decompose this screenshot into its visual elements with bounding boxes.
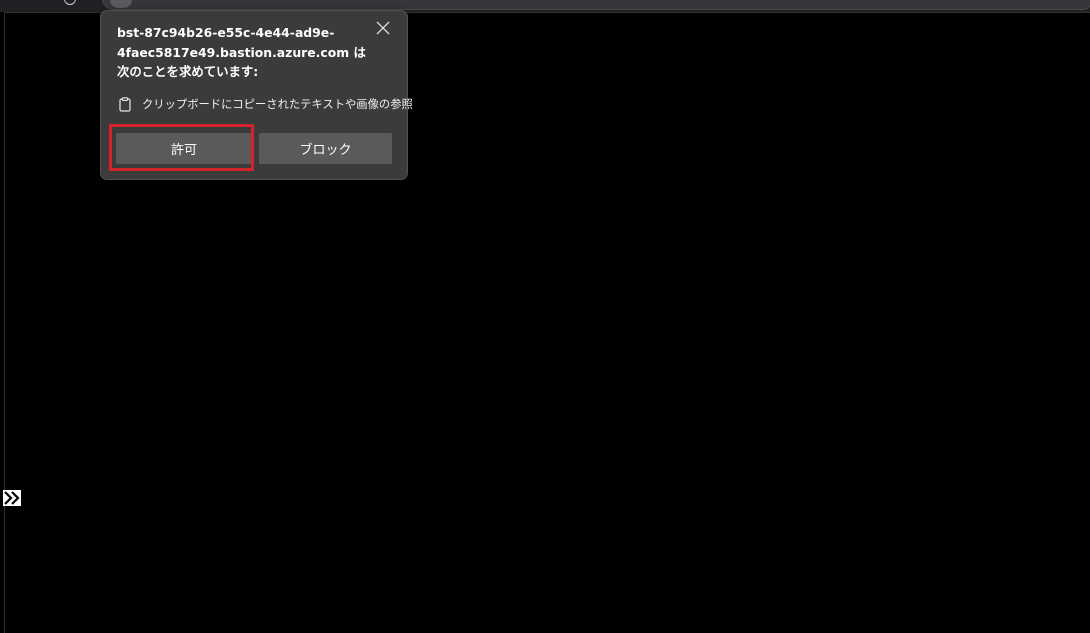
reload-icon[interactable]	[64, 0, 76, 5]
permission-item: クリップボードにコピーされたテキストや画像の参照	[119, 96, 413, 112]
permission-text: クリップボードにコピーされたテキストや画像の参照	[142, 98, 413, 111]
popup-title: bst-87c94b26-e55c-4e44-ad9e-4faec5817e49…	[117, 25, 366, 79]
address-bar[interactable]	[102, 0, 1090, 10]
allow-button[interactable]: 許可	[116, 133, 252, 164]
close-icon[interactable]	[374, 19, 392, 37]
chevron-right-double-icon[interactable]	[3, 490, 21, 506]
block-button[interactable]: ブロック	[259, 133, 392, 164]
clipboard-icon	[119, 96, 131, 112]
clipboard-permission-popup: bst-87c94b26-e55c-4e44-ad9e-4faec5817e49…	[100, 10, 413, 180]
